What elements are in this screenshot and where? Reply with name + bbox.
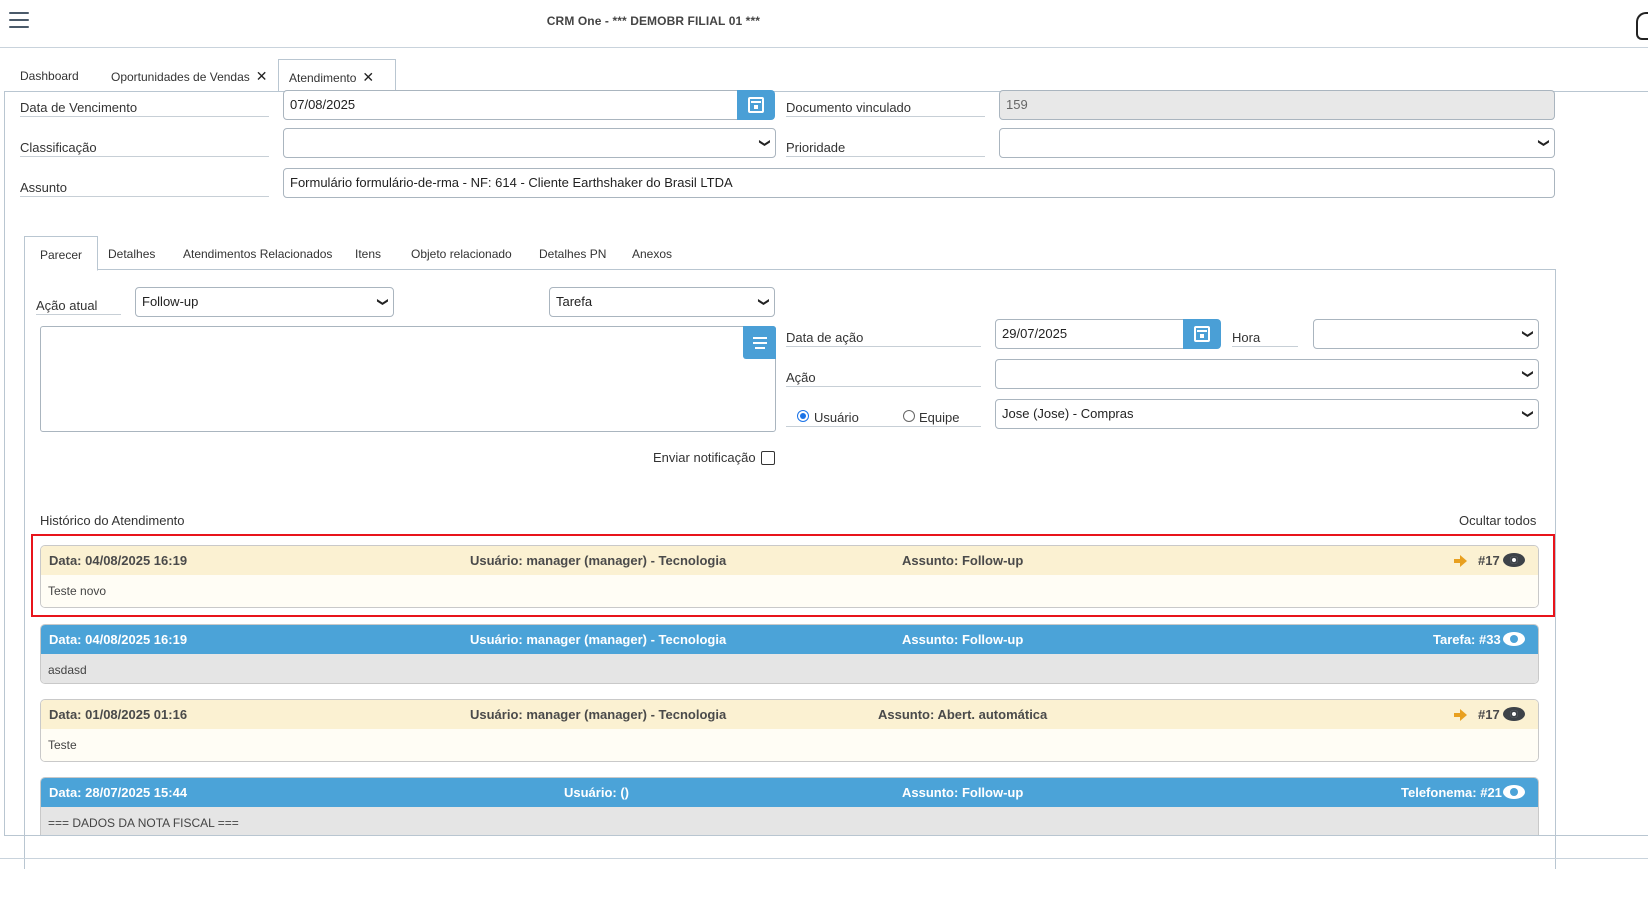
usuario-radio[interactable] <box>797 410 809 422</box>
history-body: asdasd <box>41 654 1538 683</box>
hora-label: Hora <box>1232 323 1298 347</box>
eye-icon[interactable] <box>1503 632 1525 646</box>
notificacao-label: Enviar notificação <box>653 450 756 465</box>
tab-oportunidades[interactable]: Oportunidades de Vendas ✕ <box>101 59 278 92</box>
history-user: Usuário: manager (manager) - Tecnologia <box>470 632 727 647</box>
history-body: === DADOS DA NOTA FISCAL === <box>41 807 1538 835</box>
usuario-radio-label: Usuário <box>814 410 859 425</box>
history-user: Usuário: manager (manager) - Tecnologia <box>470 707 727 722</box>
inner-tab-bar: Parecer Detalhes Atendimentos Relacionad… <box>24 236 1556 271</box>
equipe-radio[interactable] <box>903 410 915 422</box>
classificacao-select[interactable]: ❯ <box>283 128 776 158</box>
history-subject: Assunto: Follow-up <box>902 785 1024 800</box>
tab-objeto-relacionado[interactable]: Objeto relacionado <box>396 236 527 270</box>
history-body: Teste <box>41 729 1538 761</box>
assunto-label: Assunto <box>20 173 269 197</box>
tab-dashboard[interactable]: Dashboard <box>10 59 89 92</box>
lines-icon-bar <box>754 346 765 349</box>
history-date: Data: 28/07/2025 15:44 <box>49 785 188 800</box>
history-ref: Tarefa: #33 <box>1433 632 1501 647</box>
acao-select[interactable]: ❯ <box>995 359 1539 389</box>
notificacao-checkbox[interactable] <box>761 451 775 465</box>
history-user: Usuário: () <box>564 785 629 800</box>
lines-icon-bar <box>752 341 767 344</box>
tab-label: Dashboard <box>20 69 79 83</box>
history-entry: Data: 01/08/2025 01:16 Usuário: manager … <box>40 699 1539 762</box>
acao-label: Ação <box>786 363 981 387</box>
tab-atendimento[interactable]: Atendimento ✕ <box>278 59 396 92</box>
equipe-radio-label: Equipe <box>919 410 960 425</box>
tab-label: Oportunidades de Vendas <box>111 70 250 84</box>
top-bar: CRM One - *** DEMOBR FILIAL 01 *** <box>0 0 1648 48</box>
history-ref: #17 <box>1478 707 1500 722</box>
chevron-down-icon: ❯ <box>758 138 771 148</box>
responsavel-select[interactable]: Jose (Jose) - Compras ❯ <box>995 399 1539 429</box>
history-subject: Assunto: Follow-up <box>902 632 1024 647</box>
documento-label: Documento vinculado <box>786 93 985 117</box>
chevron-down-icon: ❯ <box>1521 409 1534 419</box>
calendar-icon <box>748 97 764 113</box>
history-entry: Data: 04/08/2025 16:19 Usuário: manager … <box>40 624 1539 684</box>
select-value: Follow-up <box>142 294 199 309</box>
eye-icon[interactable] <box>1503 785 1525 799</box>
acao-atual-label: Ação atual <box>36 291 121 315</box>
highlight-box <box>31 534 1555 617</box>
tab-bar: Dashboard Oportunidades de Vendas ✕ Atend… <box>0 59 1648 92</box>
prioridade-select[interactable]: ❯ <box>999 128 1555 158</box>
history-date: Data: 01/08/2025 01:16 <box>49 707 188 722</box>
lines-icon <box>752 336 767 339</box>
arrow-right-icon[interactable] <box>1454 709 1467 721</box>
tab-detalhes[interactable]: Detalhes <box>93 236 170 270</box>
data-acao-calendar-button[interactable] <box>1183 319 1221 349</box>
calendar-icon <box>1194 326 1210 342</box>
history-subject: Assunto: Abert. automática <box>878 707 1048 722</box>
history-entry: Data: 28/07/2025 15:44 Usuário: () Assun… <box>40 777 1539 835</box>
text-template-button[interactable] <box>743 326 776 359</box>
vencimento-calendar-button[interactable] <box>737 90 775 120</box>
parecer-textarea[interactable] <box>40 326 776 432</box>
data-acao-input[interactable]: 29/07/2025 <box>995 319 1185 349</box>
history-entry-header[interactable]: Data: 28/07/2025 15:44 Usuário: () Assun… <box>41 778 1538 807</box>
assunto-input[interactable]: Formulário formulário-de-rma - NF: 614 -… <box>283 168 1555 198</box>
eye-icon[interactable] <box>1503 707 1525 721</box>
tab-parecer[interactable]: Parecer <box>24 236 99 271</box>
tab-atendimentos-relacionados[interactable]: Atendimentos Relacionados <box>168 236 347 270</box>
select-value: Tarefa <box>556 294 593 309</box>
tipo-select[interactable]: Tarefa ❯ <box>549 287 775 317</box>
vencimento-label: Data de Vencimento <box>20 93 269 117</box>
acao-atual-select[interactable]: Follow-up ❯ <box>135 287 394 317</box>
chevron-down-icon: ❯ <box>1521 329 1534 339</box>
historico-title: Histórico do Atendimento <box>40 513 185 528</box>
classificacao-label: Classificação <box>20 133 269 157</box>
documento-input: 159 <box>999 90 1555 120</box>
chevron-down-icon: ❯ <box>1537 138 1550 148</box>
bottom-divider <box>0 858 1648 859</box>
data-acao-label: Data de ação <box>786 323 981 347</box>
tab-anexos[interactable]: Anexos <box>617 236 687 270</box>
hora-select[interactable]: ❯ <box>1313 319 1539 349</box>
ocultar-todos-link[interactable]: Ocultar todos <box>1459 513 1536 528</box>
app-title: CRM One - *** DEMOBR FILIAL 01 *** <box>546 14 760 28</box>
select-value: Jose (Jose) - Compras <box>1002 406 1134 421</box>
chevron-down-icon: ❯ <box>757 297 770 307</box>
vencimento-input[interactable]: 07/08/2025 <box>283 90 739 120</box>
history-ref: Telefonema: #21 <box>1401 785 1502 800</box>
tab-label: Atendimento <box>289 71 357 85</box>
history-entry-header[interactable]: Data: 01/08/2025 01:16 Usuário: manager … <box>41 700 1538 729</box>
close-icon[interactable]: ✕ <box>362 69 374 85</box>
history-entry-header[interactable]: Data: 04/08/2025 16:19 Usuário: manager … <box>41 625 1538 654</box>
prioridade-label: Prioridade <box>786 133 985 157</box>
chevron-down-icon: ❯ <box>1521 369 1534 379</box>
notification-icon[interactable] <box>1636 12 1648 40</box>
close-icon[interactable]: ✕ <box>256 68 268 84</box>
tab-itens[interactable]: Itens <box>340 236 396 270</box>
chevron-down-icon: ❯ <box>376 297 389 307</box>
tab-detalhes-pn[interactable]: Detalhes PN <box>524 236 621 270</box>
history-date: Data: 04/08/2025 16:19 <box>49 632 188 647</box>
